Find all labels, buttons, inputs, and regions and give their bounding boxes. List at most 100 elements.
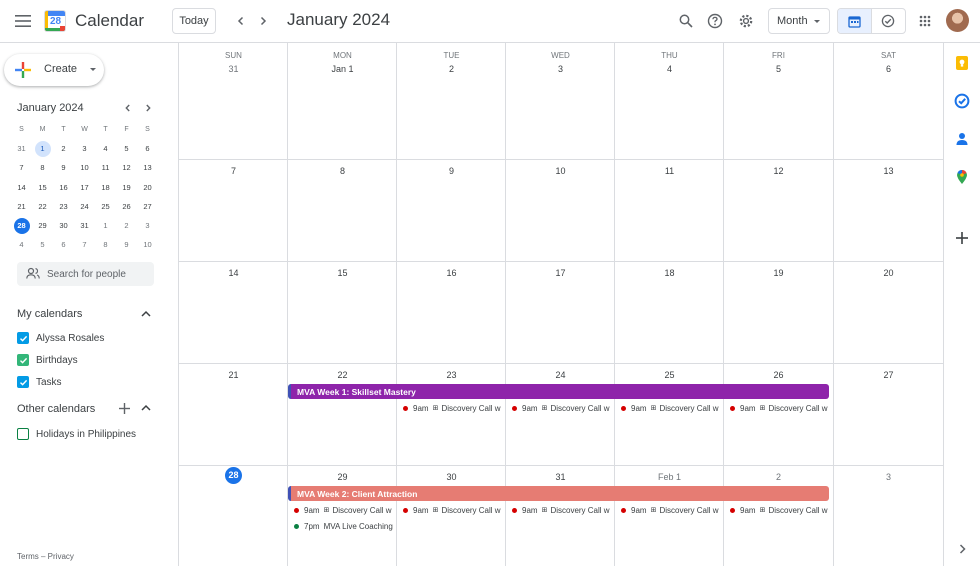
plus-icon[interactable] xyxy=(116,400,132,416)
footer-links[interactable]: Terms – Privacy xyxy=(17,552,74,561)
mini-day[interactable]: 6 xyxy=(53,235,74,254)
checkbox-checked[interactable] xyxy=(17,332,29,344)
day-number[interactable]: 2 xyxy=(724,472,833,482)
event-discovery-call[interactable]: 9am ⊞ Discovery Call w xyxy=(397,401,504,415)
checkbox-checked[interactable] xyxy=(17,376,29,388)
keep-icon[interactable] xyxy=(954,55,970,71)
chevron-up-icon[interactable] xyxy=(138,306,154,322)
day-number[interactable]: 3 xyxy=(506,64,615,74)
event-discovery-call[interactable]: 9am ⊞ Discovery Call w xyxy=(288,503,395,517)
event-live-coaching[interactable]: 7pm MVA Live Coaching xyxy=(288,519,395,533)
mini-day[interactable]: 31 xyxy=(74,216,95,235)
day-number[interactable]: 15 xyxy=(288,268,397,278)
mini-day[interactable]: 13 xyxy=(137,158,158,177)
mini-day[interactable]: 26 xyxy=(116,197,137,216)
chevron-up-icon[interactable] xyxy=(138,400,154,416)
mini-day[interactable]: 2 xyxy=(116,216,137,235)
chevron-right-icon[interactable] xyxy=(249,7,277,35)
mini-day[interactable]: 9 xyxy=(53,158,74,177)
day-number[interactable]: 13 xyxy=(834,166,943,176)
mini-day[interactable]: 4 xyxy=(95,139,116,158)
mini-day[interactable]: 24 xyxy=(74,197,95,216)
mini-day[interactable]: 3 xyxy=(137,216,158,235)
day-number[interactable]: 18 xyxy=(615,268,724,278)
maps-icon[interactable] xyxy=(954,169,970,185)
event-discovery-call[interactable]: 9am ⊞ Discovery Call w xyxy=(724,503,831,517)
tasks-icon[interactable] xyxy=(954,93,970,109)
event-discovery-call[interactable]: 9am ⊞ Discovery Call w xyxy=(397,503,504,517)
mini-day[interactable]: 23 xyxy=(53,197,74,216)
day-number[interactable]: Feb 1 xyxy=(615,472,724,482)
mini-day[interactable]: 14 xyxy=(11,178,32,197)
mini-day[interactable]: 30 xyxy=(53,216,74,235)
day-number[interactable]: 8 xyxy=(288,166,397,176)
day-number[interactable]: 9 xyxy=(397,166,506,176)
day-number[interactable]: 6 xyxy=(834,64,943,74)
mini-chevron-left-icon[interactable] xyxy=(118,98,138,118)
day-number[interactable]: 21 xyxy=(179,370,288,380)
calendar-logo-icon[interactable]: 28 xyxy=(44,10,66,32)
mini-day[interactable]: 7 xyxy=(74,235,95,254)
day-number[interactable]: 31 xyxy=(506,472,615,482)
event-banner-week1[interactable]: MVA Week 1: Skillset Mastery xyxy=(288,384,829,399)
mini-day[interactable]: 31 xyxy=(11,139,32,158)
day-number[interactable]: 4 xyxy=(615,64,724,74)
today-button[interactable]: Today xyxy=(172,8,216,34)
mini-day[interactable]: 17 xyxy=(74,178,95,197)
event-banner-week2[interactable]: MVA Week 2: Client Attraction xyxy=(288,486,829,501)
mini-day[interactable]: 21 xyxy=(11,197,32,216)
day-number[interactable]: 16 xyxy=(397,268,506,278)
day-number[interactable]: 20 xyxy=(834,268,943,278)
day-number[interactable]: 5 xyxy=(724,64,833,74)
event-discovery-call[interactable]: 9am ⊞ Discovery Call w xyxy=(615,401,722,415)
help-icon[interactable] xyxy=(701,7,729,35)
mini-day[interactable]: 15 xyxy=(32,178,53,197)
create-button[interactable]: Create xyxy=(4,54,104,86)
mini-day[interactable]: 1 xyxy=(95,216,116,235)
day-number[interactable]: 14 xyxy=(179,268,288,278)
day-number[interactable]: 31 xyxy=(179,64,288,74)
app-title[interactable]: Calendar xyxy=(75,11,144,31)
mini-day[interactable]: 9 xyxy=(116,235,137,254)
mini-day[interactable]: 7 xyxy=(11,158,32,177)
day-number[interactable]: 2 xyxy=(397,64,506,74)
event-discovery-call[interactable]: 9am ⊞ Discovery Call w xyxy=(615,503,722,517)
mini-day[interactable]: 10 xyxy=(137,235,158,254)
day-number[interactable]: 7 xyxy=(179,166,288,176)
mini-day[interactable]: 19 xyxy=(116,178,137,197)
search-people-input[interactable] xyxy=(47,266,147,282)
tasks-view-icon[interactable] xyxy=(872,9,906,33)
other-calendars-title[interactable]: Other calendars xyxy=(17,403,95,415)
mini-day[interactable]: 20 xyxy=(137,178,158,197)
mini-day[interactable]: 11 xyxy=(95,158,116,177)
day-number[interactable]: 30 xyxy=(397,472,506,482)
mini-day[interactable]: 22 xyxy=(32,197,53,216)
calendar-item-alyssa[interactable]: Alyssa Rosales xyxy=(17,330,104,346)
day-number[interactable]: 24 xyxy=(506,370,615,380)
day-number[interactable]: 11 xyxy=(615,166,724,176)
mini-day[interactable]: 12 xyxy=(116,158,137,177)
mini-day[interactable]: 18 xyxy=(95,178,116,197)
day-number[interactable]: 17 xyxy=(506,268,615,278)
mini-day[interactable]: 6 xyxy=(137,139,158,158)
mini-day[interactable]: 8 xyxy=(32,158,53,177)
day-number[interactable]: 10 xyxy=(506,166,615,176)
day-number[interactable]: 25 xyxy=(615,370,724,380)
chevron-right-icon[interactable] xyxy=(954,541,970,557)
calendar-item-birthdays[interactable]: Birthdays xyxy=(17,352,78,368)
day-number[interactable]: 19 xyxy=(724,268,833,278)
mini-day[interactable]: 2 xyxy=(53,139,74,158)
mini-day[interactable]: 4 xyxy=(11,235,32,254)
day-number[interactable]: 23 xyxy=(397,370,506,380)
add-addon-plus-icon[interactable] xyxy=(954,230,970,246)
mini-day[interactable]: 5 xyxy=(116,139,137,158)
search-icon[interactable] xyxy=(672,7,700,35)
checkbox-checked[interactable] xyxy=(17,354,29,366)
day-number[interactable]: Jan 1 xyxy=(288,64,397,74)
apps-grid-icon[interactable] xyxy=(911,7,939,35)
avatar[interactable] xyxy=(946,9,969,32)
mini-day[interactable]: 10 xyxy=(74,158,95,177)
mini-day[interactable]: 27 xyxy=(137,197,158,216)
day-number[interactable]: 3 xyxy=(834,472,943,482)
day-number[interactable]: 26 xyxy=(724,370,833,380)
